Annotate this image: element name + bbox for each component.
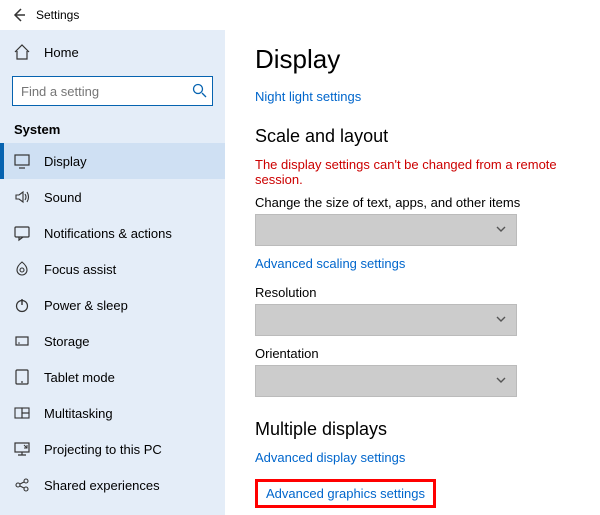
- home-icon: [12, 42, 32, 62]
- page-title: Display: [255, 44, 580, 75]
- advanced-graphics-highlight: Advanced graphics settings: [255, 479, 436, 508]
- sidebar-item-label: Notifications & actions: [44, 226, 172, 241]
- scale-dropdown[interactable]: [255, 214, 517, 246]
- storage-icon: [12, 331, 32, 351]
- sidebar-item-label: Display: [44, 154, 87, 169]
- sidebar-item-shared-experiences[interactable]: Shared experiences: [0, 467, 225, 503]
- search-container: [12, 76, 213, 106]
- shared-icon: [12, 475, 32, 495]
- sidebar-item-label: Focus assist: [44, 262, 116, 277]
- orientation-dropdown[interactable]: [255, 365, 517, 397]
- power-icon: [12, 295, 32, 315]
- sidebar-item-label: Sound: [44, 190, 82, 205]
- sidebar-item-home[interactable]: Home: [0, 34, 225, 70]
- night-light-link[interactable]: Night light settings: [255, 89, 361, 104]
- advanced-display-link[interactable]: Advanced display settings: [255, 450, 405, 465]
- chevron-down-icon: [494, 312, 508, 326]
- sidebar-item-label: Tablet mode: [44, 370, 115, 385]
- sidebar-item-display[interactable]: Display: [0, 143, 225, 179]
- multitasking-icon: [12, 403, 32, 423]
- remote-session-error: The display settings can't be changed fr…: [255, 157, 580, 187]
- orientation-label: Orientation: [255, 346, 580, 361]
- back-button[interactable]: [8, 7, 30, 23]
- sidebar-item-sound[interactable]: Sound: [0, 179, 225, 215]
- tablet-icon: [12, 367, 32, 387]
- sidebar-item-power-sleep[interactable]: Power & sleep: [0, 287, 225, 323]
- sidebar-item-focus-assist[interactable]: Focus assist: [0, 251, 225, 287]
- sidebar: Home System Display Sound: [0, 30, 225, 515]
- display-icon: [12, 151, 32, 171]
- resolution-dropdown[interactable]: [255, 304, 517, 336]
- sidebar-item-label: Projecting to this PC: [44, 442, 162, 457]
- sidebar-item-multitasking[interactable]: Multitasking: [0, 395, 225, 431]
- main-content: Display Night light settings Scale and l…: [225, 30, 600, 515]
- sidebar-item-tablet-mode[interactable]: Tablet mode: [0, 359, 225, 395]
- settings-window: { "titlebar": { "title": "Settings" }, "…: [0, 0, 600, 515]
- sidebar-section-header: System: [0, 114, 225, 143]
- search-icon: [191, 82, 207, 98]
- sidebar-item-label: Shared experiences: [44, 478, 160, 493]
- advanced-graphics-link[interactable]: Advanced graphics settings: [266, 486, 425, 501]
- sound-icon: [12, 187, 32, 207]
- titlebar: Settings: [0, 0, 600, 30]
- projecting-icon: [12, 439, 32, 459]
- window-title: Settings: [36, 8, 79, 22]
- window-body: Home System Display Sound: [0, 30, 600, 515]
- chevron-down-icon: [494, 222, 508, 236]
- advanced-scaling-link[interactable]: Advanced scaling settings: [255, 256, 405, 271]
- search-input[interactable]: [12, 76, 213, 106]
- sidebar-item-notifications[interactable]: Notifications & actions: [0, 215, 225, 251]
- notifications-icon: [12, 223, 32, 243]
- focus-assist-icon: [12, 259, 32, 279]
- sidebar-item-projecting[interactable]: Projecting to this PC: [0, 431, 225, 467]
- sidebar-item-storage[interactable]: Storage: [0, 323, 225, 359]
- multiple-displays-heading: Multiple displays: [255, 419, 580, 440]
- scale-layout-heading: Scale and layout: [255, 126, 580, 147]
- scale-label: Change the size of text, apps, and other…: [255, 195, 580, 210]
- sidebar-item-label: Power & sleep: [44, 298, 128, 313]
- sidebar-item-label: Multitasking: [44, 406, 113, 421]
- chevron-down-icon: [494, 373, 508, 387]
- resolution-label: Resolution: [255, 285, 580, 300]
- sidebar-item-label: Storage: [44, 334, 90, 349]
- arrow-left-icon: [11, 7, 27, 23]
- sidebar-item-label: Home: [44, 45, 79, 60]
